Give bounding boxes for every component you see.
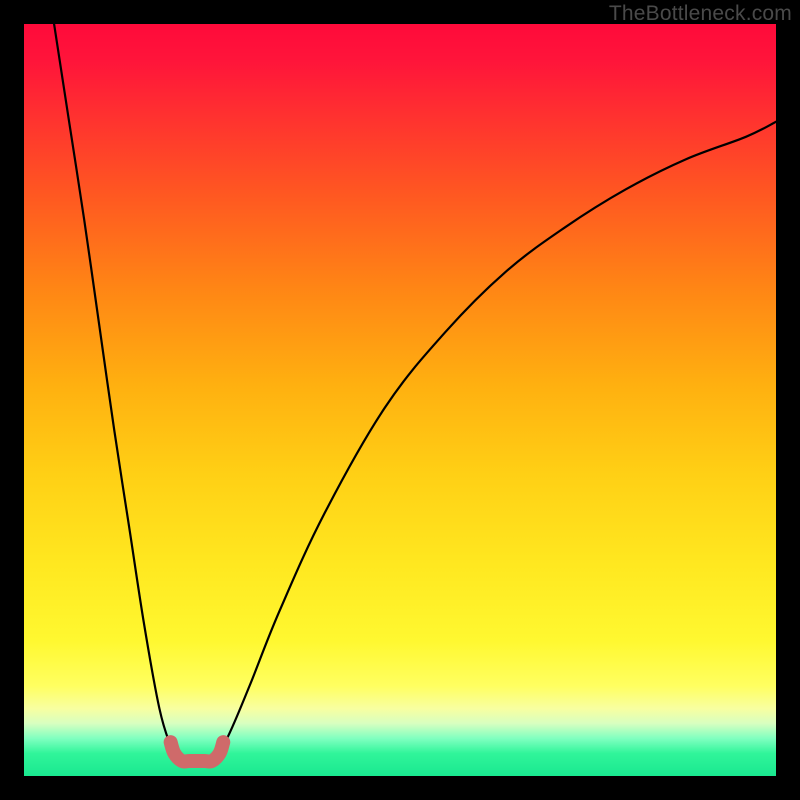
curve-bottom-u-highlight [171, 742, 224, 761]
watermark-text: TheBottleneck.com [609, 2, 792, 26]
chart-plot-area [24, 24, 776, 776]
chart-svg [24, 24, 776, 776]
curve-right-branch [212, 122, 776, 761]
curve-left-branch [54, 24, 186, 762]
